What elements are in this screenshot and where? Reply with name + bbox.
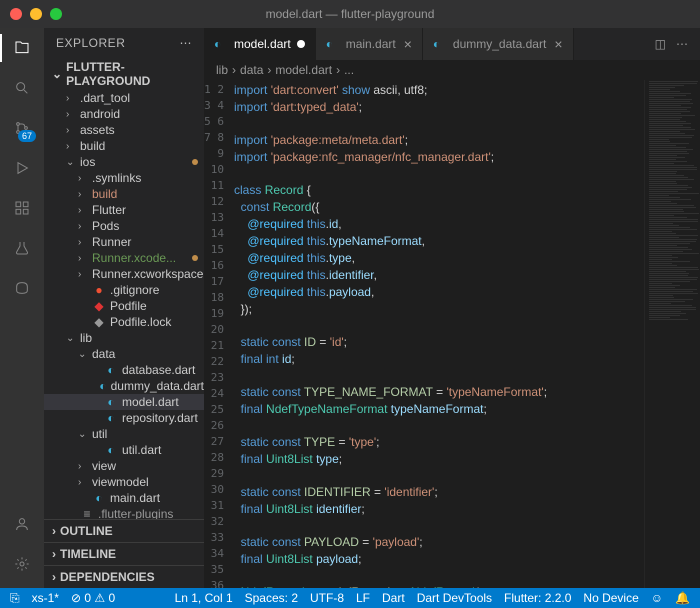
status-item[interactable]: Dart	[382, 591, 405, 605]
tab[interactable]: ◐model.dart	[204, 28, 316, 60]
tree-item[interactable]: ◐dummy_data.dart	[44, 378, 204, 394]
dependencies-section[interactable]: ›DEPENDENCIES	[44, 565, 204, 588]
tree-item[interactable]: ›build	[44, 186, 204, 202]
tree-item[interactable]: ≡.flutter-plugins	[44, 506, 204, 519]
tree-item[interactable]: ›view	[44, 458, 204, 474]
explorer-label: EXPLORER	[56, 36, 125, 50]
activity-bar: 67	[0, 28, 44, 588]
dirty-dot	[297, 40, 305, 48]
tree-item[interactable]: ◆Podfile.lock	[44, 314, 204, 330]
scm-badge: 67	[18, 130, 36, 142]
testing-icon[interactable]	[10, 236, 34, 260]
status-item[interactable]: LF	[356, 591, 370, 605]
settings-gear-icon[interactable]	[10, 552, 34, 576]
minimize-window[interactable]	[30, 8, 42, 20]
status-item[interactable]: Flutter: 2.2.0	[504, 591, 571, 605]
outline-section[interactable]: ›OUTLINE	[44, 519, 204, 542]
status-item[interactable]: UTF-8	[310, 591, 344, 605]
chevron-down-icon: ⌄	[52, 67, 62, 81]
window-title: model.dart — flutter-playground	[266, 7, 435, 21]
tree-item[interactable]: ›.dart_tool	[44, 90, 204, 106]
sidebar-header: EXPLORER ⋯	[44, 28, 204, 58]
tree-item[interactable]: ⌄util	[44, 426, 204, 442]
split-editor-icon[interactable]: ◫	[655, 37, 666, 51]
tree-item[interactable]: ●.gitignore	[44, 282, 204, 298]
status-item[interactable]: Dart DevTools	[417, 591, 492, 605]
tree-item[interactable]: ⌄data	[44, 346, 204, 362]
titlebar: model.dart — flutter-playground	[0, 0, 700, 28]
project-header[interactable]: ⌄ FLUTTER-PLAYGROUND	[44, 58, 204, 90]
run-debug-icon[interactable]	[10, 156, 34, 180]
tree-item[interactable]: ◐model.dart	[44, 394, 204, 410]
explorer-icon[interactable]	[10, 36, 34, 60]
tree-item[interactable]: ◐database.dart	[44, 362, 204, 378]
tree-item[interactable]: ◐repository.dart	[44, 410, 204, 426]
close-window[interactable]	[10, 8, 22, 20]
tree-item[interactable]: ›.symlinks	[44, 170, 204, 186]
tree-item[interactable]: ›Flutter	[44, 202, 204, 218]
status-item[interactable]: xs-1*	[32, 591, 59, 605]
project-name: FLUTTER-PLAYGROUND	[66, 60, 196, 88]
status-item[interactable]: ⊘ 0 ⚠ 0	[71, 591, 115, 605]
tree-item[interactable]: ◆Podfile	[44, 298, 204, 314]
source-control-icon[interactable]: 67	[10, 116, 34, 140]
file-tree[interactable]: ›.dart_tool›android›assets›build⌄ios›.sy…	[44, 90, 204, 519]
status-bar: ⎘ xs-1* ⊘ 0 ⚠ 0 Ln 1, Col 1 Spaces: 2 UTF-8 L…	[0, 588, 700, 608]
tree-item[interactable]: ›Runner	[44, 234, 204, 250]
line-gutter: 1 2 3 4 5 6 7 8 9 10 11 12 13 14 15 16 1…	[204, 80, 234, 588]
copilot-icon[interactable]	[10, 276, 34, 300]
accounts-icon[interactable]	[10, 512, 34, 536]
timeline-section[interactable]: ›TIMELINE	[44, 542, 204, 565]
tree-item[interactable]: ⌄lib	[44, 330, 204, 346]
tree-item[interactable]: ◐util.dart	[44, 442, 204, 458]
status-item[interactable]: ☺	[651, 591, 663, 605]
tree-item[interactable]: ›assets	[44, 122, 204, 138]
main-area: 67 EXPLORER ⋯ ⌄ FLUTTER-PLAYGROUND ›.dar…	[0, 28, 700, 588]
tab[interactable]: ◐dummy_data.dart×	[423, 28, 574, 60]
tree-item[interactable]: ›Runner.xcworkspace	[44, 266, 204, 282]
close-icon[interactable]: ×	[404, 36, 412, 52]
tree-item[interactable]: ›Runner.xcode...	[44, 250, 204, 266]
editor-area: ◐model.dart◐main.dart×◐dummy_data.dart× ◫…	[204, 28, 700, 588]
tree-item[interactable]: ›build	[44, 138, 204, 154]
sidebar: EXPLORER ⋯ ⌄ FLUTTER-PLAYGROUND ›.dart_t…	[44, 28, 204, 588]
tree-item[interactable]: ›Pods	[44, 218, 204, 234]
status-item[interactable]: No Device	[583, 591, 638, 605]
minimap[interactable]	[644, 80, 700, 588]
tree-item[interactable]: ◐main.dart	[44, 490, 204, 506]
code-content[interactable]: import 'dart:convert' show ascii, utf8; …	[234, 80, 700, 588]
close-icon[interactable]: ×	[554, 36, 562, 52]
tree-item[interactable]: ⌄ios	[44, 154, 204, 170]
editor[interactable]: 1 2 3 4 5 6 7 8 9 10 11 12 13 14 15 16 1…	[204, 80, 700, 588]
status-item[interactable]: Spaces: 2	[245, 591, 298, 605]
breadcrumb[interactable]: lib › data › model.dart › ...	[204, 60, 700, 80]
tree-item[interactable]: ›viewmodel	[44, 474, 204, 490]
extensions-icon[interactable]	[10, 196, 34, 220]
search-icon[interactable]	[10, 76, 34, 100]
remote-icon[interactable]: ⎘	[10, 591, 20, 606]
status-item[interactable]: Ln 1, Col 1	[175, 591, 233, 605]
tab[interactable]: ◐main.dart×	[316, 28, 423, 60]
bell-icon[interactable]: 🔔	[675, 591, 690, 605]
more-icon[interactable]: ⋯	[180, 36, 193, 50]
more-icon[interactable]: ⋯	[676, 37, 688, 51]
maximize-window[interactable]	[50, 8, 62, 20]
tab-bar: ◐model.dart◐main.dart×◐dummy_data.dart× ◫…	[204, 28, 700, 60]
window-controls	[10, 8, 62, 20]
tree-item[interactable]: ›android	[44, 106, 204, 122]
